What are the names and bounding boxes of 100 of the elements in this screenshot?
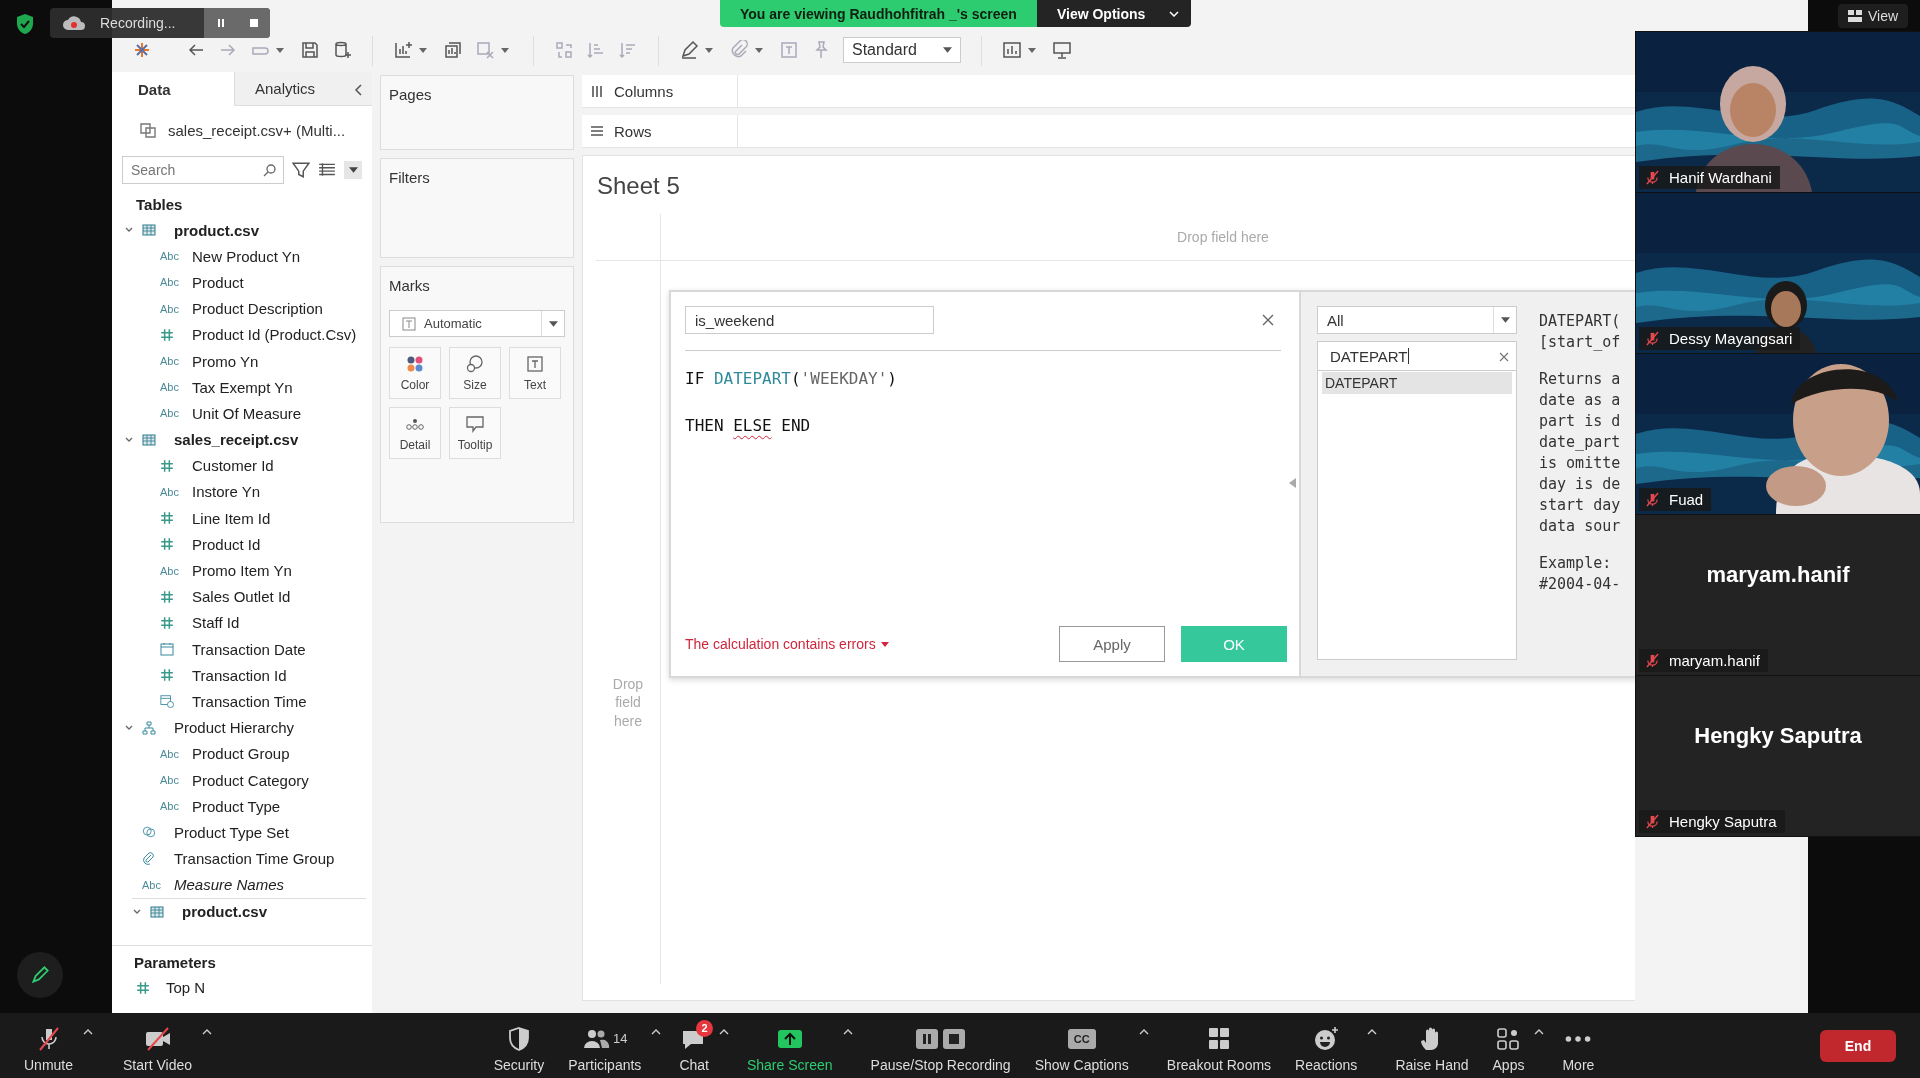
meeting-control-button[interactable]: Raise Hand bbox=[1389, 1018, 1475, 1073]
field-item[interactable]: Product Hierarchy bbox=[174, 719, 295, 737]
participant-tile[interactable]: Hanif Wardhani bbox=[1636, 32, 1920, 192]
pane-tab[interactable]: Analytics bbox=[234, 72, 372, 106]
meeting-control-button[interactable]: Unmute bbox=[18, 1018, 80, 1073]
caret-icon[interactable] bbox=[718, 1028, 729, 1035]
function-search-field[interactable]: DATEPART bbox=[1317, 341, 1517, 370]
parameter-item[interactable]: Top N bbox=[166, 979, 206, 997]
participant-tile[interactable]: maryam.hanif maryam.hanif bbox=[1636, 515, 1920, 675]
field-item[interactable]: Product Type Set bbox=[174, 823, 289, 841]
options-dropdown[interactable] bbox=[344, 161, 362, 179]
mark-property-button[interactable]: Tooltip bbox=[449, 407, 501, 459]
field-item[interactable]: Sales Outlet Id bbox=[192, 588, 291, 606]
participant-tile[interactable]: Hengky Saputra Hengky Saputra bbox=[1636, 676, 1920, 836]
mark-property-button[interactable]: Size bbox=[449, 347, 501, 399]
field-item[interactable]: Product Description bbox=[192, 300, 323, 318]
field-item[interactable]: Customer Id bbox=[192, 457, 274, 475]
category-dropdown[interactable]: All bbox=[1317, 306, 1517, 334]
show-me-icon[interactable] bbox=[1002, 40, 1022, 60]
field-item[interactable]: sales_receipt.csv bbox=[174, 431, 299, 449]
caret-icon[interactable] bbox=[202, 1028, 213, 1035]
field-item[interactable]: Tax Exempt Yn bbox=[192, 378, 293, 396]
field-item[interactable]: Product Id (Product.Csv) bbox=[192, 326, 357, 344]
collapse-icon[interactable] bbox=[354, 84, 362, 96]
meeting-control-button[interactable]: 14 Participants bbox=[562, 1018, 648, 1073]
caret-icon[interactable] bbox=[419, 48, 427, 53]
field-item[interactable]: Product bbox=[192, 273, 244, 291]
caret-icon[interactable] bbox=[1534, 1028, 1545, 1035]
formula-editor[interactable]: IF DATEPART('WEEKDAY') THEN ELSE END bbox=[685, 351, 1287, 626]
field-item[interactable]: Staff Id bbox=[192, 614, 240, 632]
field-item[interactable]: Product Id bbox=[192, 535, 261, 553]
field-item[interactable]: Product Type bbox=[192, 797, 281, 815]
meeting-control-button[interactable]: Security bbox=[487, 1018, 551, 1073]
new-data-source-icon[interactable] bbox=[332, 40, 352, 60]
participant-tile[interactable]: Dessy Mayangsari bbox=[1636, 193, 1920, 353]
search-icon[interactable] bbox=[263, 163, 277, 177]
mark-type-dropdown[interactable]: Automatic bbox=[389, 310, 565, 337]
mark-property-button[interactable]: Text bbox=[509, 347, 561, 399]
mark-property-button[interactable]: Detail bbox=[389, 407, 441, 459]
field-item[interactable]: Unit Of Measure bbox=[192, 404, 302, 422]
data-source-name[interactable]: sales_receipt.csv+ (Multi... bbox=[168, 121, 346, 139]
clear-icon[interactable] bbox=[1499, 352, 1509, 362]
pen-icon[interactable] bbox=[679, 40, 699, 60]
stop-icon[interactable] bbox=[248, 18, 259, 28]
fit-dropdown[interactable]: Standard bbox=[843, 37, 961, 63]
field-item[interactable]: Measure Names bbox=[174, 876, 285, 894]
meeting-control-button[interactable]: Pause/Stop Recording bbox=[864, 1018, 1017, 1073]
field-item[interactable]: Transaction Time Group bbox=[174, 850, 335, 868]
field-item[interactable]: product.csv bbox=[174, 221, 260, 239]
caret-icon[interactable] bbox=[501, 48, 509, 53]
field-item[interactable]: Promo Item Yn bbox=[192, 562, 292, 580]
filter-icon[interactable] bbox=[292, 161, 310, 179]
mark-property-button[interactable]: Color bbox=[389, 347, 441, 399]
rows-shelf[interactable]: Rows bbox=[582, 115, 1635, 148]
meeting-control-button[interactable]: Apps bbox=[1486, 1018, 1531, 1073]
caret-icon[interactable] bbox=[1367, 1028, 1378, 1035]
data-source-icon[interactable] bbox=[138, 120, 158, 140]
new-sheet-icon[interactable] bbox=[393, 40, 413, 60]
presentation-icon[interactable] bbox=[1052, 40, 1072, 60]
save-icon[interactable] bbox=[300, 40, 320, 60]
field-item[interactable]: Product Group bbox=[192, 745, 290, 763]
caret-icon[interactable] bbox=[276, 48, 284, 53]
field-item[interactable]: product.csv bbox=[182, 903, 268, 921]
app-logo-icon[interactable] bbox=[132, 40, 152, 60]
view-button[interactable]: View bbox=[1838, 4, 1909, 28]
meeting-control-button[interactable]: CC Show Captions bbox=[1028, 1018, 1135, 1073]
search-field[interactable]: Search bbox=[122, 156, 284, 184]
meeting-control-button[interactable]: More bbox=[1556, 1018, 1601, 1073]
field-item[interactable]: Transaction Time bbox=[192, 692, 307, 710]
calculation-name-field[interactable]: is_weekend bbox=[685, 306, 934, 334]
meeting-control-button[interactable]: Breakout Rooms bbox=[1160, 1018, 1278, 1073]
caret-icon[interactable] bbox=[1138, 1028, 1149, 1035]
caret-icon[interactable] bbox=[83, 1028, 94, 1035]
field-item[interactable]: Transaction Id bbox=[192, 666, 287, 684]
view-list-icon[interactable] bbox=[318, 161, 336, 179]
caret-icon[interactable] bbox=[1028, 48, 1036, 53]
field-item[interactable]: Promo Yn bbox=[192, 352, 259, 370]
shield-icon[interactable] bbox=[15, 13, 35, 35]
end-meeting-button[interactable]: End bbox=[1820, 1029, 1896, 1062]
error-message[interactable]: The calculation contains errors bbox=[685, 636, 1043, 652]
caret-icon[interactable] bbox=[705, 48, 713, 53]
meeting-control-button[interactable]: Reactions bbox=[1289, 1018, 1364, 1073]
annotate-button[interactable] bbox=[17, 952, 63, 998]
duplicate-sheet-icon[interactable] bbox=[443, 40, 463, 60]
apply-button[interactable]: Apply bbox=[1059, 626, 1165, 662]
caret-icon[interactable] bbox=[651, 1028, 662, 1035]
view-options-button[interactable]: View Options bbox=[1036, 0, 1192, 27]
pause-icon[interactable] bbox=[215, 18, 226, 28]
paperclip-icon[interactable] bbox=[729, 40, 749, 60]
columns-shelf[interactable]: Columns bbox=[582, 75, 1635, 108]
meeting-control-button[interactable]: Start Video bbox=[117, 1018, 199, 1073]
meeting-control-button[interactable]: Share Screen bbox=[740, 1018, 839, 1073]
function-item[interactable]: DATEPART bbox=[1322, 372, 1512, 394]
field-item[interactable]: Line Item Id bbox=[192, 509, 271, 527]
field-item[interactable]: Transaction Date bbox=[192, 640, 306, 658]
field-item[interactable]: Product Category bbox=[192, 771, 309, 789]
field-item[interactable]: New Product Yn bbox=[192, 247, 301, 265]
participant-tile[interactable]: Fuad bbox=[1636, 354, 1920, 514]
caret-icon[interactable] bbox=[842, 1028, 853, 1035]
meeting-control-button[interactable]: 2 Chat bbox=[673, 1018, 715, 1073]
